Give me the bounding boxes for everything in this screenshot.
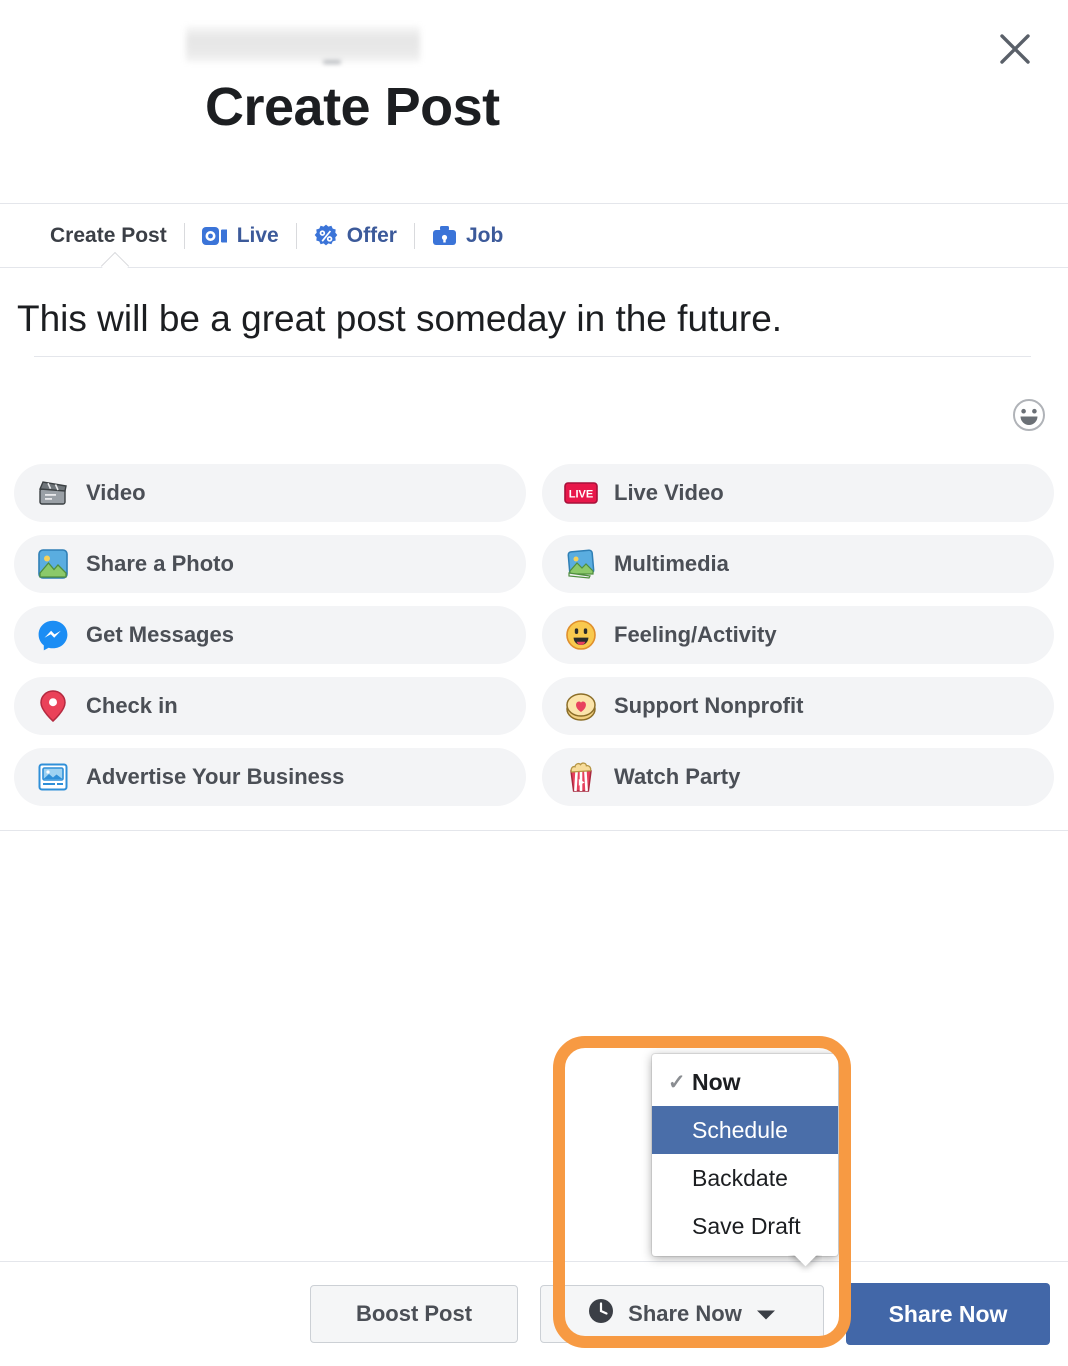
- share-split-label: Share Now: [628, 1301, 742, 1326]
- tab-job[interactable]: Job: [432, 224, 503, 248]
- post-composer[interactable]: This will be a great post someday in the…: [0, 268, 1068, 446]
- option-label: Get Messages: [86, 622, 234, 647]
- dialog-header: Create Post: [0, 0, 1068, 204]
- option-label: Live Video: [614, 480, 724, 505]
- post-options-grid: Video LIVE Live Video Share a Photo Mult…: [0, 446, 1068, 830]
- option-label: Video: [86, 480, 146, 505]
- menu-item-schedule[interactable]: Schedule: [652, 1106, 838, 1154]
- tab-live-label: Live: [236, 223, 279, 247]
- option-label: Watch Party: [614, 764, 741, 789]
- clapperboard-icon: [36, 476, 70, 510]
- option-label: Feeling/Activity: [614, 622, 777, 647]
- option-support-nonprofit[interactable]: Support Nonprofit: [542, 677, 1054, 735]
- dialog-footer: Boost Post Share Now Share Now: [0, 1261, 1068, 1366]
- photo-icon: [36, 547, 70, 581]
- tab-create-post[interactable]: Create Post: [50, 224, 167, 248]
- schedule-dropdown-menu[interactable]: ✓ Now Schedule Backdate Save Draft: [652, 1054, 838, 1256]
- menu-item-label: Schedule: [692, 1116, 788, 1143]
- empty-region: [0, 831, 1068, 1191]
- tab-offer[interactable]: Offer: [314, 224, 397, 248]
- location-pin-icon: [36, 689, 70, 723]
- share-schedule-split-button[interactable]: Share Now: [540, 1285, 824, 1343]
- grinning-face-icon: [564, 618, 598, 652]
- boost-post-button[interactable]: Boost Post: [310, 1285, 518, 1343]
- option-multimedia[interactable]: Multimedia: [542, 535, 1054, 593]
- option-label: Multimedia: [614, 551, 729, 576]
- share-now-button[interactable]: Share Now: [846, 1283, 1050, 1345]
- tab-job-label: Job: [465, 223, 504, 247]
- post-text[interactable]: This will be a great post someday in the…: [17, 292, 897, 346]
- active-tab-caret: [100, 252, 130, 268]
- menu-pointer-tail: [788, 1255, 822, 1273]
- close-icon[interactable]: [992, 26, 1038, 72]
- percent-badge-icon: [314, 224, 338, 248]
- live-badge-icon: LIVE: [564, 476, 598, 510]
- option-live-video[interactable]: LIVE Live Video: [542, 464, 1054, 522]
- check-icon: ✓: [668, 1070, 686, 1094]
- live-camera-icon: [201, 226, 228, 246]
- composer-divider: [34, 355, 1031, 357]
- page-title: Create Post: [205, 77, 500, 137]
- menu-item-label: Backdate: [692, 1164, 788, 1191]
- tab-create-post-label: Create Post: [50, 223, 167, 247]
- ad-frame-icon: [36, 760, 70, 794]
- share-now-label: Share Now: [888, 1300, 1008, 1327]
- tab-divider: [183, 222, 185, 249]
- option-label: Support Nonprofit: [614, 693, 804, 718]
- option-get-messages[interactable]: Get Messages: [14, 606, 526, 664]
- menu-item-backdate[interactable]: Backdate: [652, 1154, 838, 1202]
- menu-item-now[interactable]: ✓ Now: [652, 1058, 838, 1106]
- clock-icon: [588, 1298, 614, 1330]
- heart-coin-icon: [564, 689, 598, 723]
- option-label: Check in: [86, 693, 178, 718]
- menu-item-label: Now: [692, 1068, 741, 1095]
- composer-tab-bar: Create Post Live Offer Job: [0, 204, 1068, 268]
- option-video[interactable]: Video: [14, 464, 526, 522]
- popcorn-icon: [564, 760, 598, 794]
- multimedia-icon: [564, 547, 598, 581]
- tab-live[interactable]: Live: [201, 223, 279, 248]
- option-feeling-activity[interactable]: Feeling/Activity: [542, 606, 1054, 664]
- chevron-down-icon: [756, 1301, 776, 1327]
- option-advertise-your-business[interactable]: Advertise Your Business: [14, 748, 526, 806]
- option-share-a-photo[interactable]: Share a Photo: [14, 535, 526, 593]
- boost-post-label: Boost Post: [355, 1301, 473, 1326]
- redacted-page-name: [186, 26, 420, 62]
- option-check-in[interactable]: Check in: [14, 677, 526, 735]
- menu-item-label: Save Draft: [692, 1212, 801, 1239]
- menu-item-save-draft[interactable]: Save Draft: [652, 1202, 838, 1250]
- tab-divider: [413, 222, 415, 249]
- briefcase-icon: [432, 225, 457, 247]
- redacted-caret: [323, 60, 341, 64]
- tab-divider: [295, 222, 297, 249]
- option-watch-party[interactable]: Watch Party: [542, 748, 1054, 806]
- smiley-face-icon[interactable]: [1012, 398, 1046, 432]
- option-label: Share a Photo: [86, 551, 234, 576]
- svg-text:LIVE: LIVE: [569, 489, 593, 501]
- messenger-icon: [36, 618, 70, 652]
- tab-offer-label: Offer: [346, 223, 397, 247]
- option-label: Advertise Your Business: [86, 764, 345, 789]
